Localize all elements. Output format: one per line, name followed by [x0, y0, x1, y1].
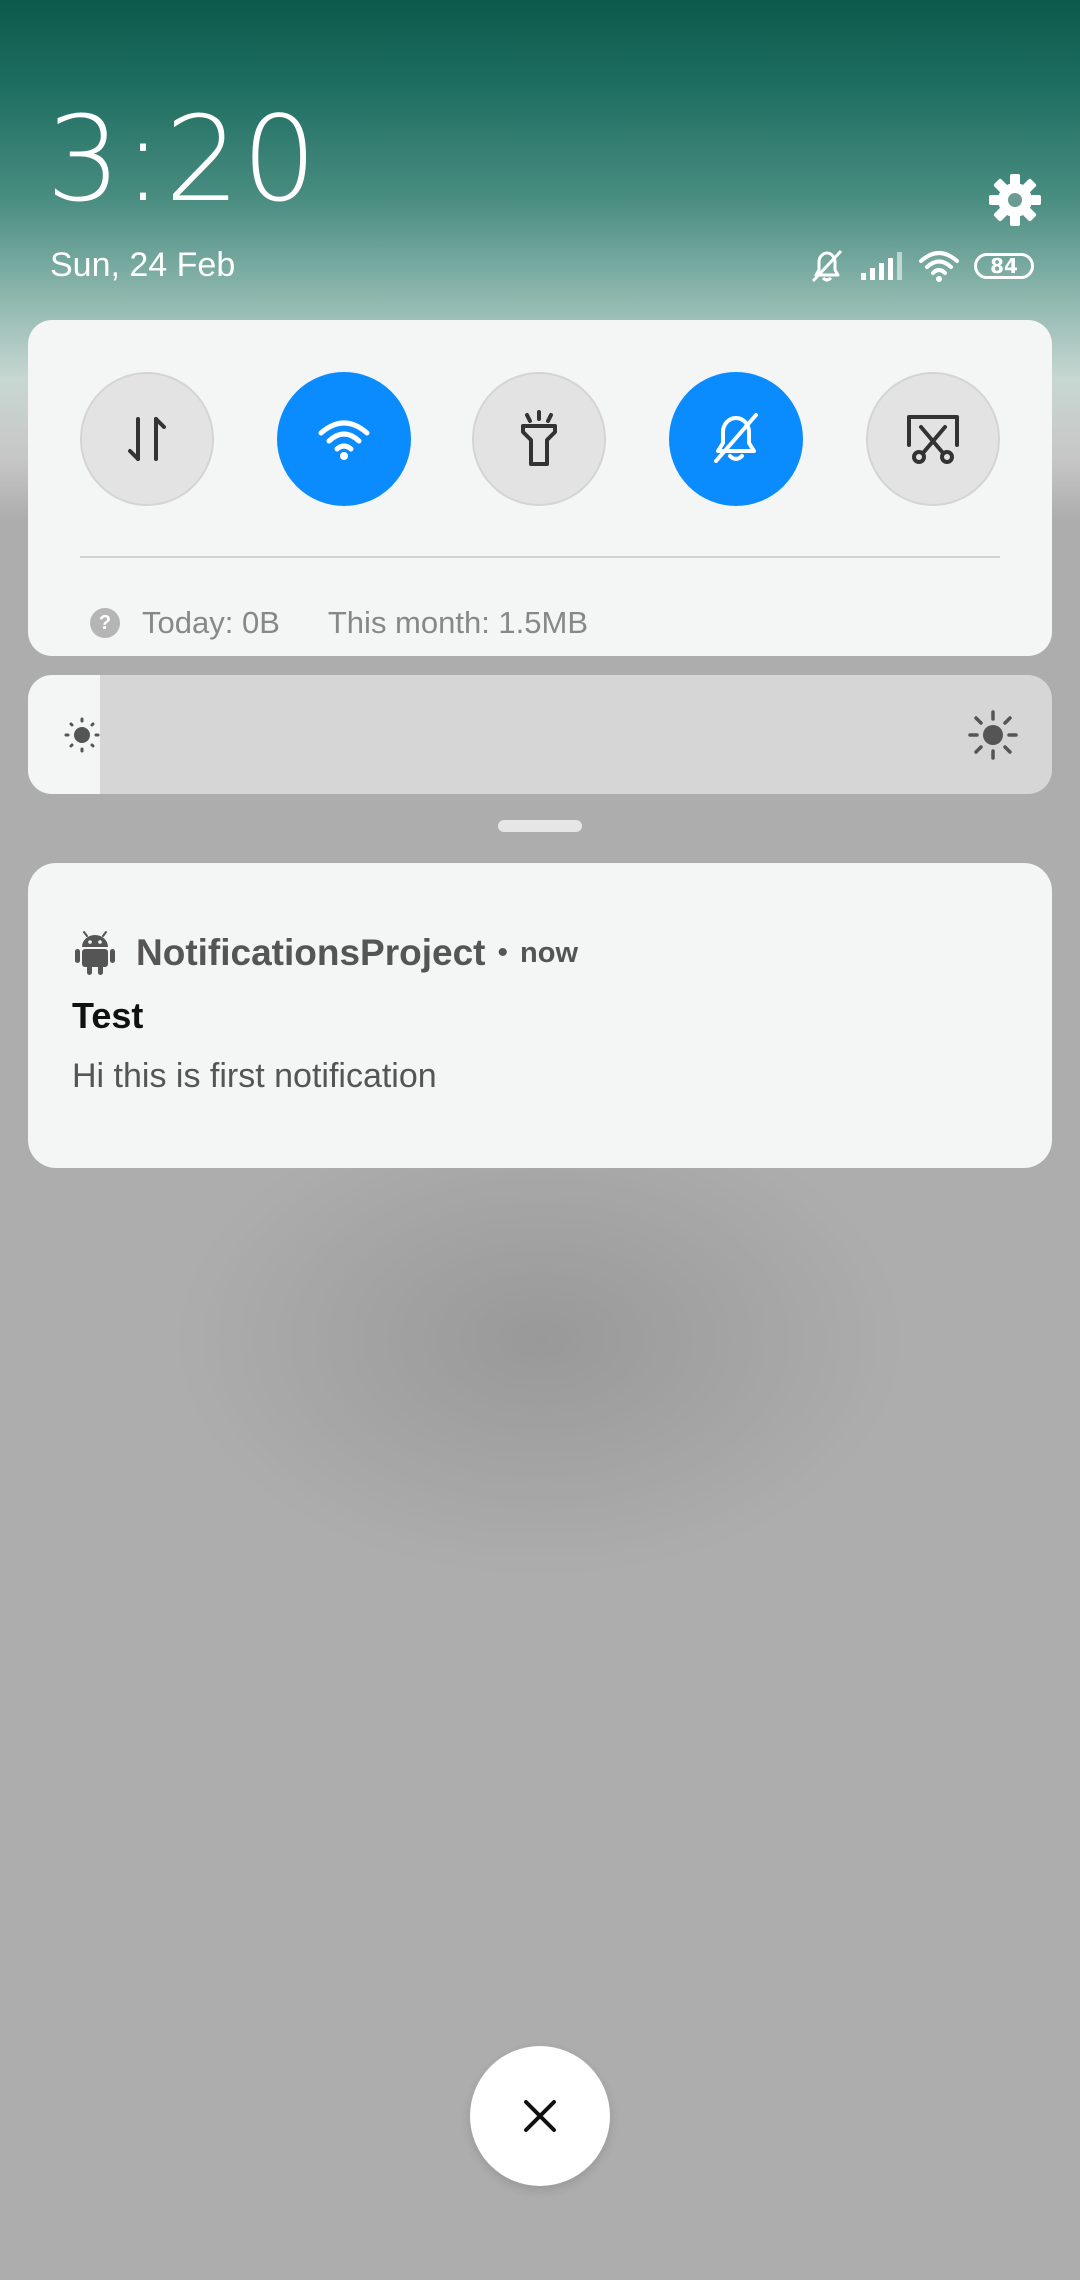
brightness-low-icon	[64, 717, 100, 753]
tile-silent[interactable]	[669, 372, 803, 506]
wifi-icon	[919, 251, 959, 282]
bell-off-icon	[811, 249, 843, 283]
gear-icon[interactable]	[985, 170, 1045, 230]
tile-wifi[interactable]	[277, 372, 411, 506]
scissors-icon	[907, 415, 959, 464]
flashlight-icon	[521, 410, 557, 466]
data-usage-month: This month: 1.5MB	[327, 605, 589, 640]
notification-title: Test	[72, 995, 144, 1036]
divider	[80, 556, 1000, 558]
clear-all-button[interactable]	[470, 2046, 610, 2186]
data-usage-row[interactable]: ? Today: 0B This month: 1.5MB	[90, 588, 588, 658]
clock: 3:20	[46, 90, 319, 228]
tile-mobile-data[interactable]	[80, 372, 214, 506]
bell-off-icon	[714, 413, 758, 463]
drag-handle[interactable]	[498, 820, 582, 832]
wifi-icon	[318, 420, 370, 460]
battery-icon: 84	[974, 253, 1034, 279]
notification-header: NotificationsProject • now	[74, 925, 578, 981]
separator-dot: •	[497, 936, 509, 969]
tile-flashlight[interactable]	[472, 372, 606, 506]
brightness-slider[interactable]	[28, 675, 1052, 794]
wallpaper-blur	[170, 1100, 910, 1580]
close-icon	[524, 2100, 556, 2132]
notification-time: now	[520, 936, 579, 969]
arrows-updown-icon	[128, 417, 166, 461]
brightness-high-icon	[968, 710, 1018, 760]
data-usage-today: Today: 0B	[142, 605, 280, 640]
notification-card[interactable]: NotificationsProject • now Test Hi this …	[28, 863, 1052, 1168]
app-name: NotificationsProject	[136, 932, 486, 973]
android-icon	[75, 931, 115, 975]
signal-icon	[861, 252, 902, 280]
date: Sun, 24 Feb	[50, 246, 236, 284]
help-icon: ?	[90, 608, 120, 638]
quick-settings-panel: ? Today: 0B This month: 1.5MB	[28, 320, 1052, 656]
battery-level: 84	[990, 254, 1018, 278]
tile-screenshot[interactable]	[866, 372, 1000, 506]
status-bar-icons: 84	[808, 246, 1034, 286]
notification-body: Hi this is first notification	[72, 1057, 437, 1095]
